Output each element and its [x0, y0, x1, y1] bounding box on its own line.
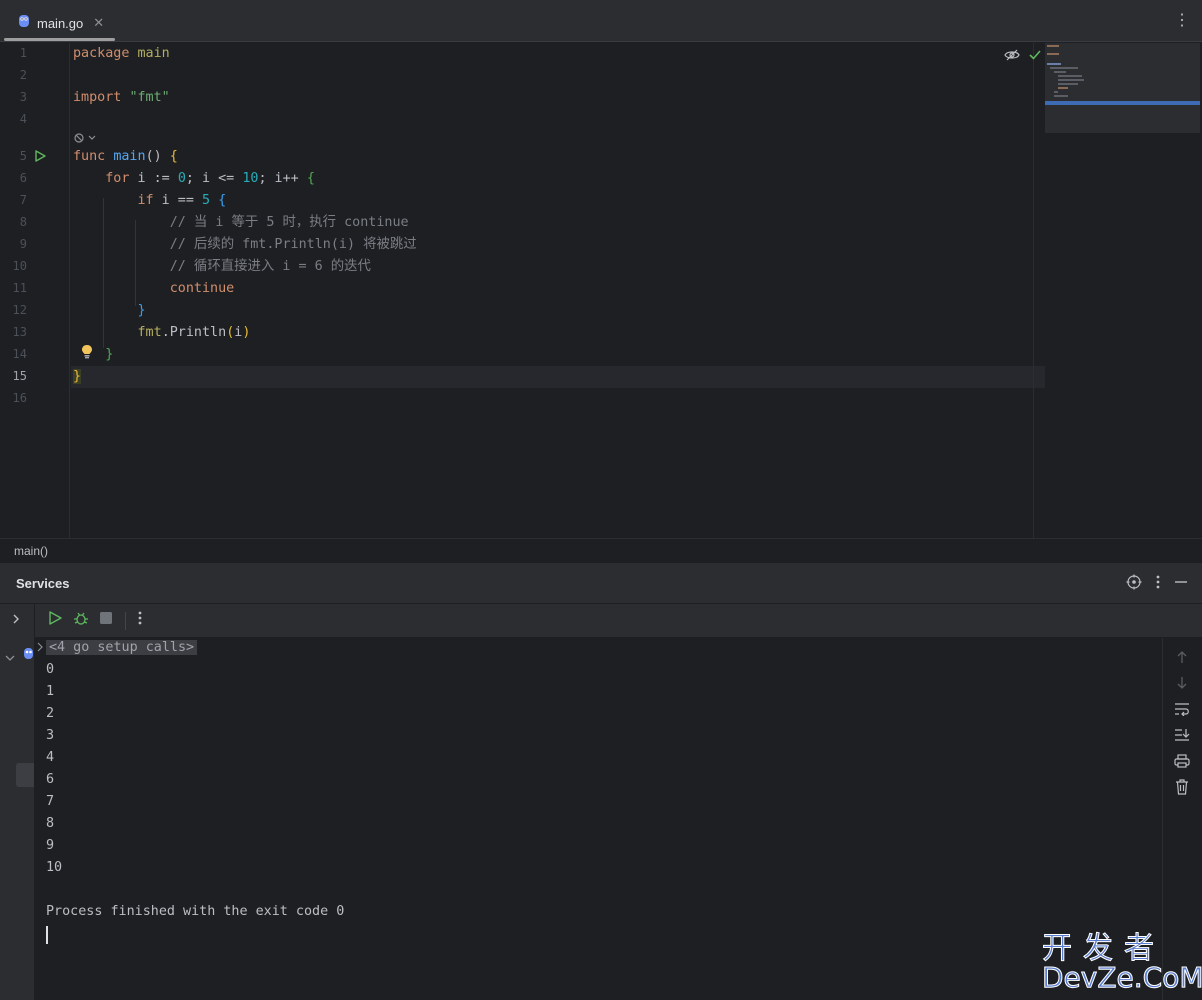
line-number: 3	[19, 90, 27, 104]
eye-off-icon[interactable]	[1004, 48, 1020, 66]
minimap-line	[1058, 79, 1084, 81]
minimap-line	[1047, 53, 1059, 55]
code-line-9: // 后续的 fmt.Println(i) 将被跳过	[169, 237, 417, 252]
code-editor[interactable]: 1 2 3 4 5 6 7 8 9 10 11 12 13 14 15 16 p…	[0, 43, 1202, 538]
tree-selection-handle[interactable]	[16, 763, 34, 787]
minimap-line	[1047, 45, 1059, 47]
output-line: 1	[46, 684, 55, 699]
arrow-up-icon[interactable]	[1173, 648, 1191, 666]
code-line-15: }	[73, 369, 82, 384]
debug-icon[interactable]	[73, 610, 89, 631]
more-options-icon[interactable]	[1156, 575, 1160, 594]
output-line: 6	[46, 772, 55, 787]
code-line-6: for i := 0; i <= 10; i++ {	[105, 171, 315, 186]
line-number: 14	[12, 347, 27, 361]
code-line-7: if i == 5 {	[137, 193, 227, 208]
line-number: 2	[19, 68, 27, 82]
line-number: 12	[12, 303, 27, 317]
soft-wrap-icon[interactable]	[1173, 700, 1191, 718]
toolbar-separator	[125, 611, 126, 630]
run-icon[interactable]	[47, 610, 63, 631]
minimap-line	[1054, 91, 1058, 93]
output-line: 3	[46, 728, 55, 743]
go-file-icon	[17, 14, 31, 33]
minimap-line	[1058, 87, 1068, 89]
code-line-13: fmt.Println(i)	[137, 325, 251, 340]
text-caret	[46, 926, 48, 944]
line-number-gutter: 1 2 3 4 5 6 7 8 9 10 11 12 13 14 15 16	[0, 43, 70, 538]
arrow-down-icon[interactable]	[1173, 674, 1191, 692]
code-line-1: package main	[73, 46, 170, 61]
services-toolbar	[35, 604, 1202, 638]
more-options-icon[interactable]: ⋮	[1174, 10, 1190, 30]
minimap-line	[1047, 63, 1061, 65]
line-number: 1	[19, 46, 27, 60]
watermark-top: 开发者	[1042, 931, 1165, 966]
watermark-logo: 开发者 DevZe.CoM	[1042, 931, 1202, 994]
code-line-3: import "fmt"	[73, 90, 170, 105]
code-line-5: func main() {	[73, 149, 178, 164]
minimap-line	[1054, 95, 1068, 97]
line-number: 7	[19, 193, 27, 207]
inspection-widget[interactable]	[1004, 48, 1042, 66]
minimap[interactable]	[1045, 43, 1200, 133]
line-number: 6	[19, 171, 27, 185]
setup-calls-fold[interactable]: <4 go setup calls>	[46, 640, 198, 655]
services-title: Services	[16, 576, 70, 591]
breadcrumb[interactable]: main()	[0, 538, 1202, 564]
services-actions	[1126, 574, 1188, 595]
line-number: 8	[19, 215, 27, 229]
crosshair-icon[interactable]	[1126, 574, 1142, 595]
minimize-icon[interactable]	[1174, 575, 1188, 594]
minimap-line	[1058, 75, 1082, 77]
output-line: 7	[46, 794, 55, 809]
code-line-12: }	[137, 303, 146, 318]
active-tab-indicator	[4, 38, 115, 41]
run-icon[interactable]	[33, 149, 47, 163]
watermark-bottom: DevZe.CoM	[1042, 961, 1202, 994]
minimap-viewport	[1045, 101, 1200, 105]
line-number: 5	[19, 149, 27, 163]
editor-right-margin	[1033, 43, 1034, 538]
editor-tab-bar: main.go ✕ ⋮	[0, 0, 1202, 42]
minimap-line	[1050, 67, 1078, 69]
checkmark-icon[interactable]	[1028, 48, 1042, 66]
tab-main-go[interactable]: main.go ✕	[4, 4, 115, 42]
line-number: 11	[12, 281, 27, 295]
code-area[interactable]: package main import "fmt" func main() { …	[73, 43, 1033, 538]
line-number: 4	[19, 112, 27, 126]
chevron-down-icon[interactable]	[5, 650, 15, 668]
output-line: 0	[46, 662, 55, 677]
code-line-8: // 当 i 等于 5 时，执行 continue	[169, 215, 409, 230]
stop-icon[interactable]	[99, 611, 113, 630]
close-icon[interactable]: ✕	[93, 15, 104, 31]
chevron-right-icon[interactable]	[36, 642, 44, 655]
more-options-icon[interactable]	[138, 611, 142, 630]
output-line: 8	[46, 816, 55, 831]
line-number: 10	[12, 259, 27, 273]
line-number: 9	[19, 237, 27, 251]
console-output[interactable]: <4 go setup calls> 0 1 2 3 4 6 7 8 9 10 …	[35, 638, 1162, 1000]
services-panel-header: Services	[0, 564, 1202, 604]
output-line: 4	[46, 750, 55, 765]
line-number: 16	[12, 391, 27, 405]
output-line: 2	[46, 706, 55, 721]
process-finished-message: Process finished with the exit code 0	[46, 904, 345, 919]
tab-title: main.go	[37, 15, 84, 31]
lightbulb-icon[interactable]	[80, 344, 94, 360]
output-line: 9	[46, 838, 55, 853]
chevron-right-icon[interactable]	[10, 612, 22, 631]
line-number: 13	[12, 325, 27, 339]
trash-icon[interactable]	[1173, 778, 1191, 796]
code-line-11: continue	[169, 281, 235, 296]
print-icon[interactable]	[1173, 752, 1191, 770]
scroll-to-end-icon[interactable]	[1173, 726, 1191, 744]
go-run-config-icon[interactable]	[22, 646, 36, 667]
minimap-line	[1058, 83, 1078, 85]
minimap-line	[1054, 71, 1066, 73]
line-number-current: 15	[12, 369, 27, 383]
output-line: 10	[46, 860, 63, 875]
code-line-10: // 循环直接进入 i = 6 的迭代	[169, 259, 371, 274]
